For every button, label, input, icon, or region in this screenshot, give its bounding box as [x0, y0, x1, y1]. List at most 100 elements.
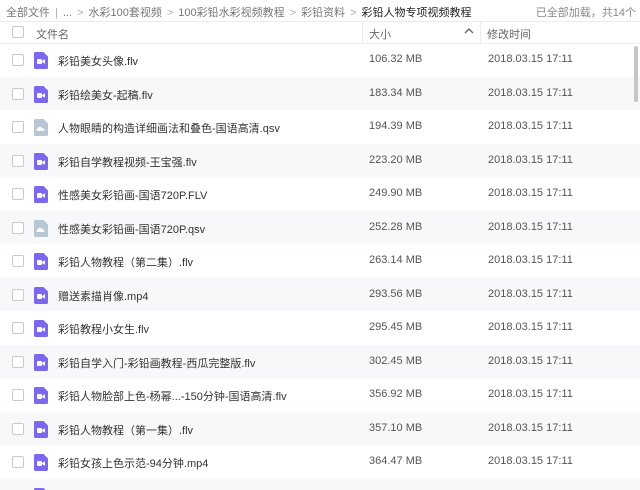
file-name[interactable]: 彩铅美女头像.flv [58, 53, 138, 69]
file-size: 364.47 MB [369, 455, 423, 467]
row-checkbox[interactable] [12, 423, 24, 435]
file-size: 194.39 MB [369, 120, 423, 132]
file-size: 249.90 MB [369, 187, 423, 199]
row-checkbox[interactable] [12, 188, 24, 200]
file-name[interactable]: 赠送素描肖像.mp4 [58, 288, 148, 304]
breadcrumb-path: 全部文件 |... > 水彩100套视频 >100彩铅水彩视频教程 > 彩铅资料 > 彩铅人物专… [6, 4, 472, 20]
file-modified-time: 2018.03.15 17:11 [488, 422, 573, 434]
file-size: 263.14 MB [369, 254, 423, 266]
file-modified-time: 2018.03.15 17:11 [488, 455, 573, 467]
file-name[interactable]: 彩铅女孩上色示范-94分钟.mp4 [58, 455, 208, 471]
breadcrumb-current: 彩铅人物专项视频教程 [361, 7, 472, 19]
breadcrumb: 全部文件 |... > 水彩100套视频 >100彩铅水彩视频教程 > 彩铅资料 > 彩铅人物专… [0, 0, 640, 20]
row-checkbox[interactable] [12, 222, 24, 234]
file-modified-time: 2018.03.15 17:11 [488, 87, 573, 99]
row-checkbox[interactable] [12, 255, 24, 267]
row-checkbox[interactable] [12, 121, 24, 133]
file-row[interactable]: 赠送素描肖像.mp4 293.56 MB 2018.03.15 17:11 [0, 278, 640, 311]
column-header-name[interactable]: 文件名 [36, 26, 69, 42]
file-row[interactable]: 彩铅教程小女生.flv 295.45 MB 2018.03.15 17:11 [0, 311, 640, 344]
row-checkbox[interactable] [12, 322, 24, 334]
file-row[interactable]: 彩铅人物脸部上色-杨幂...-150分钟-国语高清.flv 356.92 MB 20… [0, 378, 640, 411]
file-size: 356.92 MB [369, 388, 423, 400]
file-modified-time: 2018.03.15 17:11 [488, 120, 573, 132]
file-list-header: 文件名 大小 修改时间 [0, 21, 640, 44]
file-name[interactable]: 彩铅人物脸部上色-杨幂...-150分钟-国语高清.flv [58, 388, 287, 404]
vertical-scrollbar[interactable] [634, 46, 638, 102]
file-modified-time: 2018.03.15 17:11 [488, 321, 573, 333]
file-name[interactable]: 彩铅自学教程视频-王宝强.flv [58, 154, 197, 170]
row-checkbox[interactable] [12, 456, 24, 468]
breadcrumb-separator: | [55, 7, 58, 19]
breadcrumb-item-pencil-materials[interactable]: 彩铅资料 [301, 4, 345, 20]
file-name[interactable]: 性感美女彩铅画-国语720P.qsv [58, 221, 205, 237]
unknown-file-icon [33, 119, 49, 136]
file-modified-time: 2018.03.15 17:11 [488, 221, 573, 233]
file-modified-time: 2018.03.15 17:11 [488, 355, 573, 367]
breadcrumb-separator: > [166, 7, 174, 19]
row-checkbox[interactable] [12, 289, 24, 301]
video-file-icon [33, 421, 49, 438]
file-name[interactable]: 彩铅自学入门-彩铅画教程-西瓜完整版.flv [58, 355, 255, 371]
column-header-size[interactable]: 大小 [362, 22, 481, 43]
file-name[interactable]: 彩铅人物教程（第一集）.flv [58, 422, 193, 438]
file-row[interactable]: 彩铅自学入门-彩铅画教程-西瓜完整版.flv 302.45 MB 2018.03.1… [0, 345, 640, 378]
file-row[interactable]: 性感美女彩铅画-国语720P.FLV 249.90 MB 2018.03.15 17… [0, 177, 640, 210]
file-row[interactable]: 彩铅女孩上色示范-94分钟.mp4 364.47 MB 2018.03.15 17:… [0, 445, 640, 478]
row-checkbox[interactable] [12, 389, 24, 401]
file-row[interactable]: 彩铅美女头像.flv 106.32 MB 2018.03.15 17:11 [0, 43, 640, 76]
file-list: 彩铅美女头像.flv 106.32 MB 2018.03.15 17:11 彩铅绘美女… [0, 43, 640, 490]
file-row[interactable] [0, 479, 640, 490]
file-row[interactable]: 彩铅自学教程视频-王宝强.flv 223.20 MB 2018.03.15 17:1… [0, 144, 640, 177]
row-checkbox[interactable] [12, 88, 24, 100]
video-file-icon [33, 320, 49, 337]
file-row[interactable]: 性感美女彩铅画-国语720P.qsv 252.28 MB 2018.03.15 17… [0, 211, 640, 244]
select-all-checkbox[interactable] [12, 26, 24, 38]
file-row[interactable]: 彩铅绘美女-起稿.flv 183.34 MB 2018.03.15 17:11 [0, 77, 640, 110]
video-file-icon [33, 354, 49, 371]
video-file-icon [33, 253, 49, 270]
video-file-icon [33, 186, 49, 203]
breadcrumb-item-ellipsis[interactable]: ... [63, 7, 72, 19]
row-checkbox[interactable] [12, 155, 24, 167]
file-name[interactable]: 人物眼睛的构造详细画法和叠色-国语高清.qsv [58, 120, 280, 136]
column-header-modified-label: 修改时间 [487, 29, 531, 41]
breadcrumb-separator: > [289, 7, 297, 19]
breadcrumb-item-pencil-watercolor-tutorial[interactable]: 100彩铅水彩视频教程 [178, 4, 284, 20]
load-status-text: 已全部加载，共14个 [535, 7, 636, 19]
video-file-icon [33, 153, 49, 170]
file-row[interactable]: 彩铅人物教程（第一集）.flv 357.10 MB 2018.03.15 17:11 [0, 412, 640, 445]
file-row[interactable]: 彩铅人物教程（第二集）.flv 263.14 MB 2018.03.15 17:11 [0, 244, 640, 277]
file-size: 183.34 MB [369, 87, 423, 99]
file-size: 357.10 MB [369, 422, 423, 434]
row-checkbox[interactable] [12, 54, 24, 66]
file-name[interactable]: 彩铅教程小女生.flv [58, 321, 149, 337]
file-size: 302.45 MB [369, 355, 423, 367]
file-modified-time: 2018.03.15 17:11 [488, 388, 573, 400]
video-file-icon [33, 387, 49, 404]
file-name[interactable]: 彩铅绘美女-起稿.flv [58, 87, 153, 103]
file-size: 223.20 MB [369, 154, 423, 166]
video-file-icon [33, 454, 49, 471]
file-name[interactable]: 性感美女彩铅画-国语720P.FLV [58, 187, 207, 203]
file-name[interactable]: 彩铅人物教程（第二集）.flv [58, 254, 193, 270]
file-modified-time: 2018.03.15 17:11 [488, 154, 573, 166]
breadcrumb-item-watercolor-100[interactable]: 水彩100套视频 [88, 4, 161, 20]
file-size: 106.32 MB [369, 53, 423, 65]
video-file-icon [33, 86, 49, 103]
sort-ascending-icon[interactable] [463, 25, 475, 37]
breadcrumb-separator: > [77, 7, 84, 19]
file-size: 295.45 MB [369, 321, 423, 333]
row-checkbox[interactable] [12, 356, 24, 368]
column-header-size-label: 大小 [369, 29, 391, 41]
file-row[interactable]: 人物眼睛的构造详细画法和叠色-国语高清.qsv 194.39 MB 2018.03.… [0, 110, 640, 143]
file-size: 293.56 MB [369, 288, 423, 300]
file-size: 252.28 MB [369, 221, 423, 233]
column-header-modified[interactable]: 修改时间 [480, 22, 640, 43]
breadcrumb-separator: > [350, 7, 357, 19]
video-file-icon [33, 52, 49, 69]
video-file-icon [33, 287, 49, 304]
breadcrumb-item-all-files[interactable]: 全部文件 [6, 4, 50, 20]
unknown-file-icon [33, 220, 49, 237]
file-modified-time: 2018.03.15 17:11 [488, 187, 573, 199]
